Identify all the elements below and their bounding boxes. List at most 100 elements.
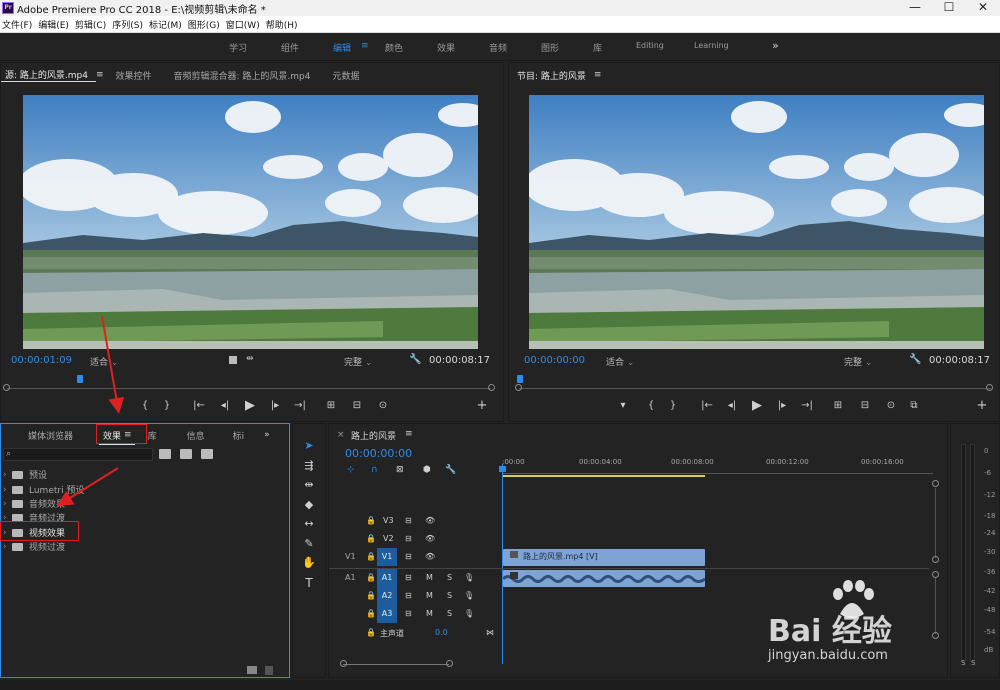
timeline-hscroll-left[interactable] bbox=[340, 660, 347, 667]
video-clip-label: 路上的风景.mp4 [V] bbox=[523, 552, 598, 561]
annotation-arrow-to-video-effects bbox=[56, 467, 119, 507]
sync-lock-icon[interactable]: ⊟ bbox=[405, 516, 412, 525]
premiere-window: Pr Adobe Premiere Pro CC 2018 - E:\视频剪辑\… bbox=[0, 0, 1000, 690]
sync-lock-icon[interactable]: ⊟ bbox=[405, 552, 412, 561]
meter-label: 0 bbox=[984, 447, 989, 455]
timeline-hscroll-right[interactable] bbox=[446, 660, 453, 667]
source-patch-a1[interactable]: A1 bbox=[345, 573, 356, 582]
timeline-playhead-handle[interactable] bbox=[499, 466, 506, 472]
solo-button[interactable]: S bbox=[447, 609, 452, 618]
meter-label: -12 bbox=[984, 491, 996, 499]
sync-lock-icon[interactable]: ⊟ bbox=[405, 591, 412, 600]
audio-waveform bbox=[503, 575, 705, 583]
clip-fx-icon bbox=[510, 572, 518, 579]
add-marker-icon[interactable]: ⬢ bbox=[423, 465, 431, 475]
track-target-a2[interactable]: A2 bbox=[377, 587, 397, 605]
timeline-vscroll-audio-top[interactable] bbox=[932, 571, 939, 578]
meter-channel-left bbox=[961, 444, 966, 662]
eye-icon[interactable]: 👁 bbox=[425, 552, 435, 561]
track-header-a1: A1 🔒 A1 ⊟ M S 🎙 bbox=[330, 569, 500, 587]
baidu-watermark: Bai 经验 jingyan.baidu.com bbox=[768, 580, 948, 670]
meter-label: -30 bbox=[984, 548, 996, 556]
meter-solo-left-button[interactable]: S bbox=[961, 659, 965, 667]
razor-tool-icon[interactable]: ◆ bbox=[301, 498, 317, 514]
source-patch-v1[interactable]: V1 bbox=[345, 552, 356, 561]
track-header-v2: 🔒 V2 ⊟ 👁 bbox=[330, 530, 500, 548]
track-name: V2 bbox=[383, 534, 394, 543]
solo-button[interactable]: S bbox=[447, 573, 452, 582]
master-volume-value[interactable]: 0.0 bbox=[435, 628, 448, 637]
status-bar bbox=[0, 680, 1000, 690]
microphone-icon[interactable]: 🎙 bbox=[464, 591, 474, 600]
nest-sequence-icon[interactable]: ⊹ bbox=[347, 465, 355, 475]
track-target-v1[interactable]: V1 bbox=[377, 548, 397, 566]
microphone-icon[interactable]: 🎙 bbox=[464, 609, 474, 618]
ruler-label: :00:00 bbox=[502, 458, 525, 466]
timeline-settings-icon[interactable]: 🔧 bbox=[445, 465, 456, 475]
work-area-bar[interactable] bbox=[503, 475, 705, 477]
slip-tool-icon[interactable]: ↔ bbox=[301, 517, 317, 533]
pen-tool-icon[interactable]: ✎ bbox=[301, 537, 317, 553]
watermark-brand: Bai 经验 bbox=[768, 614, 892, 649]
lock-icon[interactable]: 🔒 bbox=[366, 609, 376, 618]
sync-lock-icon[interactable]: ⊟ bbox=[405, 534, 412, 543]
track-target-a1[interactable]: A1 bbox=[377, 569, 397, 587]
lock-icon[interactable]: 🔒 bbox=[366, 516, 376, 525]
ruler-label: 00:00:08:00 bbox=[671, 458, 714, 466]
ruler-label: 00:00:12:00 bbox=[766, 458, 809, 466]
tools-panel: ➤ ⇶ ⇹ ◆ ↔ ✎ ✋ T bbox=[292, 423, 326, 678]
clip-fx-icon bbox=[510, 551, 518, 558]
timeline-vscroll-video-bottom[interactable] bbox=[932, 556, 939, 563]
timeline-hscroll[interactable] bbox=[343, 664, 449, 665]
go-to-end-icon[interactable]: ⋈ bbox=[486, 628, 494, 637]
audio-clip[interactable] bbox=[503, 570, 705, 587]
timeline-vscroll-video[interactable] bbox=[935, 488, 936, 558]
solo-button[interactable]: S bbox=[447, 591, 452, 600]
linked-selection-icon[interactable]: ⊠ bbox=[396, 465, 404, 475]
meter-label: -6 bbox=[984, 469, 991, 477]
track-header-a2: 🔒 A2 ⊟ M S 🎙 bbox=[330, 587, 500, 605]
meter-label: -18 bbox=[984, 512, 996, 520]
timeline-ruler[interactable] bbox=[503, 468, 933, 474]
snap-icon[interactable]: ∩ bbox=[371, 465, 378, 475]
video-clip[interactable]: 路上的风景.mp4 [V] bbox=[503, 549, 705, 566]
lock-icon[interactable]: 🔒 bbox=[366, 534, 376, 543]
meter-channel-right bbox=[970, 444, 975, 662]
track-header-master: 🔒 主声道 0.0 ⋈ bbox=[330, 624, 500, 642]
sync-lock-icon[interactable]: ⊟ bbox=[405, 609, 412, 618]
timeline-close-icon[interactable]: × bbox=[337, 430, 345, 440]
lock-icon[interactable]: 🔒 bbox=[366, 552, 376, 561]
mute-button[interactable]: M bbox=[426, 591, 433, 600]
lock-icon[interactable]: 🔒 bbox=[366, 591, 376, 600]
track-header-a3: 🔒 A3 ⊟ M S 🎙 bbox=[330, 605, 500, 623]
lock-icon[interactable]: 🔒 bbox=[366, 573, 376, 582]
meter-label: -48 bbox=[984, 606, 996, 614]
hand-tool-icon[interactable]: ✋ bbox=[301, 556, 317, 572]
track-name: V3 bbox=[383, 516, 394, 525]
mute-button[interactable]: M bbox=[426, 609, 433, 618]
timeline-menu-icon[interactable]: ≡ bbox=[405, 429, 413, 439]
meter-solo-right-button[interactable]: S bbox=[971, 659, 975, 667]
eye-icon[interactable]: 👁 bbox=[425, 534, 435, 543]
watermark-url: jingyan.baidu.com bbox=[768, 648, 888, 663]
meter-label: -36 bbox=[984, 568, 996, 576]
lock-icon[interactable]: 🔒 bbox=[366, 628, 376, 637]
meter-label: -24 bbox=[984, 529, 996, 537]
eye-icon[interactable]: 👁 bbox=[425, 516, 435, 525]
meter-label: dB bbox=[984, 646, 994, 654]
selection-tool-icon[interactable]: ➤ bbox=[301, 439, 317, 455]
timeline-vscroll-top[interactable] bbox=[932, 480, 939, 487]
timeline-timecode[interactable]: 00:00:00:00 bbox=[345, 447, 412, 460]
mute-button[interactable]: M bbox=[426, 573, 433, 582]
sync-lock-icon[interactable]: ⊟ bbox=[405, 573, 412, 582]
track-select-tool-icon[interactable]: ⇶ bbox=[301, 459, 317, 475]
timeline-sequence-tab[interactable]: 路上的风景 bbox=[351, 429, 396, 442]
track-target-a3[interactable]: A3 bbox=[377, 605, 397, 623]
track-header-v3: 🔒 V3 ⊟ 👁 bbox=[330, 512, 500, 530]
meter-label: -42 bbox=[984, 587, 996, 595]
type-tool-icon[interactable]: T bbox=[301, 576, 317, 592]
annotation-arrow-to-effects-tab bbox=[101, 315, 125, 414]
microphone-icon[interactable]: 🎙 bbox=[464, 573, 474, 582]
ripple-edit-tool-icon[interactable]: ⇹ bbox=[301, 478, 317, 494]
ruler-label: 00:00:16:00 bbox=[861, 458, 904, 466]
